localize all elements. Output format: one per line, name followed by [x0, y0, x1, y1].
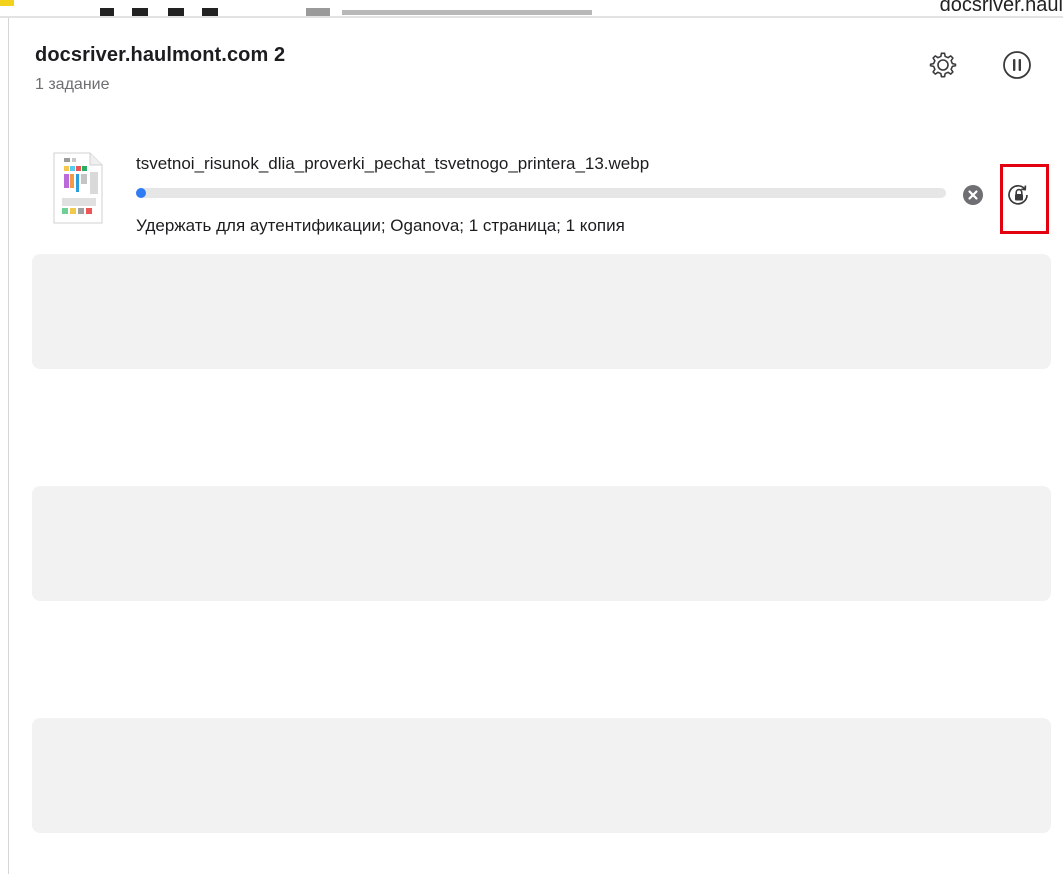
pause-button[interactable] — [1000, 48, 1034, 82]
job-count: 1 задание — [35, 76, 110, 93]
empty-job-slot — [32, 718, 1051, 833]
top-strip: docsriver.haul — [0, 0, 1063, 18]
job-filename: tsvetnoi_risunok_dlia_proverki_pechat_ts… — [136, 154, 650, 173]
close-circle-icon — [963, 185, 983, 205]
document-thumbnail — [52, 152, 104, 224]
gear-icon — [929, 52, 957, 78]
pause-icon — [1003, 51, 1031, 79]
empty-job-slot — [32, 486, 1051, 601]
cancel-job-button[interactable] — [962, 184, 984, 206]
file-icon — [53, 152, 103, 224]
highlight-box — [1000, 164, 1049, 234]
window-title: docsriver.haulmont.com 2 — [35, 44, 286, 66]
job-progress-fill — [136, 188, 146, 198]
empty-job-slot — [32, 254, 1051, 369]
top-strip-host: docsriver.haul — [939, 0, 1063, 16]
job-progress-bar — [136, 188, 946, 198]
print-job-row[interactable]: tsvetnoi_risunok_dlia_proverki_pechat_ts… — [0, 140, 1063, 250]
job-status: Удержать для аутентификации; Oganova; 1 … — [136, 216, 625, 235]
settings-button[interactable] — [926, 48, 960, 82]
